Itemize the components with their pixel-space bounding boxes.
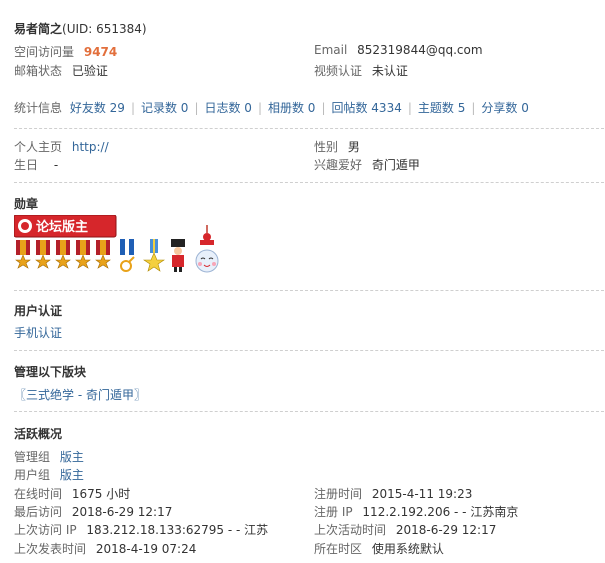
prev-post-label: 上次发表时间 — [14, 542, 87, 556]
phone-auth-link[interactable]: 手机认证 — [14, 324, 62, 341]
space-visits-label: 空间访问量 — [14, 45, 75, 59]
admin-group-link[interactable]: 版主 — [60, 450, 84, 464]
user-group-link[interactable]: 版主 — [60, 468, 84, 482]
reg-ip-row: 注册 IP 112.2.192.206 - - 江苏南京 — [314, 503, 518, 520]
gender-value: 男 — [347, 140, 360, 154]
medals-panel: 论坛版主 — [14, 215, 219, 273]
stat-shares-link[interactable]: 分享数 0 — [481, 101, 528, 115]
username: 易者简之 — [14, 22, 63, 36]
male-medal-icon[interactable] — [120, 239, 135, 272]
homepage-label: 个人主页 — [14, 140, 63, 154]
homepage-link[interactable]: http:// — [72, 140, 109, 154]
prev-visit-ip-label: 上次访问 IP — [14, 523, 77, 537]
last-visit-label: 最后访问 — [14, 505, 63, 519]
prev-active-row: 上次活动时间 2018-6-29 12:17 — [314, 521, 496, 538]
profile-page: 易者简之(UID: 651384) 空间访问量 9474 Email 85231… — [0, 0, 605, 563]
star-medal-icon[interactable] — [35, 240, 51, 269]
last-visit-value: 2018-6-29 12:17 — [71, 505, 173, 519]
prev-visit-ip-row: 上次访问 IP 183.212.18.133:62795 - - 江苏 — [14, 521, 268, 538]
gender-row: 性别 男 — [314, 138, 360, 155]
online-time-label: 在线时间 — [14, 487, 63, 501]
homepage-row: 个人主页 http:// — [14, 138, 109, 155]
star-medal-icon[interactable] — [55, 240, 71, 269]
stat-blogs-link[interactable]: 日志数 0 — [204, 101, 251, 115]
user-group-label: 用户组 — [14, 468, 51, 482]
activity-heading: 活跃概况 — [14, 427, 63, 441]
reg-time-value: 2015-4-11 19:23 — [371, 487, 473, 501]
reg-time-row: 注册时间 2015-4-11 19:23 — [314, 485, 472, 502]
profile-title: 易者简之(UID: 651384) — [14, 20, 147, 37]
timezone-row: 所在时区 使用系统默认 — [314, 540, 444, 557]
hobby-value: 奇门遁甲 — [371, 158, 420, 172]
video-auth-row: 视频认证 未认证 — [314, 62, 408, 79]
mail-status-label: 邮箱状态 — [14, 64, 63, 78]
admin-group-label: 管理组 — [14, 450, 51, 464]
yellow-star-medal-icon[interactable] — [143, 239, 165, 272]
divider — [14, 411, 604, 412]
medals-heading: 勋章 — [14, 197, 39, 211]
moderator-banner[interactable]: 论坛版主 — [14, 215, 117, 238]
divider — [14, 290, 604, 291]
gender-label: 性别 — [314, 140, 339, 154]
email-label: Email — [314, 43, 348, 57]
mail-status-row: 邮箱状态 已验证 — [14, 62, 108, 79]
prev-visit-ip-value: 183.212.18.133:62795 - - 江苏 — [86, 523, 269, 537]
star-medal-icon[interactable] — [75, 240, 91, 269]
divider: | — [407, 101, 412, 115]
birthday-label: 生日 — [14, 158, 39, 172]
manage-heading: 管理以下版块 — [14, 365, 87, 379]
stat-records-link[interactable]: 记录数 0 — [141, 101, 188, 115]
hobby-label: 兴趣爱好 — [314, 158, 363, 172]
knot-ornament-icon[interactable] — [200, 225, 214, 245]
stat-replies-link[interactable]: 回帖数 4334 — [331, 101, 401, 115]
divider: | — [257, 101, 262, 115]
email-row: Email 852319844@qq.com — [314, 43, 483, 57]
divider: | — [130, 101, 135, 115]
stat-albums-link[interactable]: 相册数 0 — [268, 101, 315, 115]
mail-status-value: 已验证 — [71, 64, 108, 78]
auth-heading: 用户认证 — [14, 304, 63, 318]
timezone-value: 使用系统默认 — [371, 542, 444, 556]
reg-ip-value: 112.2.192.206 - - 江苏南京 — [362, 505, 519, 519]
snowman-face-icon[interactable] — [195, 249, 219, 273]
email-value: 852319844@qq.com — [357, 43, 483, 57]
managed-forum-link[interactable]: 〖三式绝学 - 奇门遁甲〗 — [14, 386, 146, 403]
prev-post-value: 2018-4-19 07:24 — [95, 542, 197, 556]
stat-threads-link[interactable]: 主题数 5 — [418, 101, 465, 115]
divider: | — [471, 101, 476, 115]
figure-medal-icon[interactable] — [171, 239, 185, 272]
divider — [14, 350, 604, 351]
stats-row: 统计信息 好友数 29 | 记录数 0 | 日志数 0 | 相册数 0 | 回帖数 4334 | 主… — [14, 99, 529, 116]
video-auth-value: 未认证 — [371, 64, 408, 78]
video-auth-label: 视频认证 — [314, 64, 363, 78]
prev-active-label: 上次活动时间 — [314, 523, 387, 537]
banner-text: 论坛版主 — [36, 219, 88, 235]
prev-post-row: 上次发表时间 2018-4-19 07:24 — [14, 540, 196, 557]
reg-ip-label: 注册 IP — [314, 505, 353, 519]
reg-time-label: 注册时间 — [314, 487, 363, 501]
last-visit-row: 最后访问 2018-6-29 12:17 — [14, 503, 172, 520]
star-medal-icon[interactable] — [15, 240, 31, 269]
timezone-label: 所在时区 — [314, 542, 363, 556]
divider: | — [194, 101, 199, 115]
divider — [14, 128, 604, 129]
prev-active-value: 2018-6-29 12:17 — [395, 523, 497, 537]
stat-friends-link[interactable]: 好友数 29 — [70, 101, 125, 115]
hobby-row: 兴趣爱好 奇门遁甲 — [314, 156, 420, 173]
divider — [14, 182, 604, 183]
user-group-row: 用户组 版主 — [14, 466, 84, 483]
space-visits-row: 空间访问量 9474 — [14, 43, 117, 60]
birthday-value: - — [53, 158, 59, 172]
uid-text: (UID: 651384) — [62, 22, 147, 36]
online-time-row: 在线时间 1675 小时 — [14, 485, 130, 502]
stats-label: 统计信息 — [14, 101, 63, 115]
birthday-row: 生日 - — [14, 156, 58, 173]
space-visits-value: 9474 — [83, 45, 118, 59]
admin-group-row: 管理组 版主 — [14, 448, 84, 465]
star-medal-icon[interactable] — [95, 240, 111, 269]
online-time-value: 1675 小时 — [71, 487, 131, 501]
divider: | — [321, 101, 326, 115]
